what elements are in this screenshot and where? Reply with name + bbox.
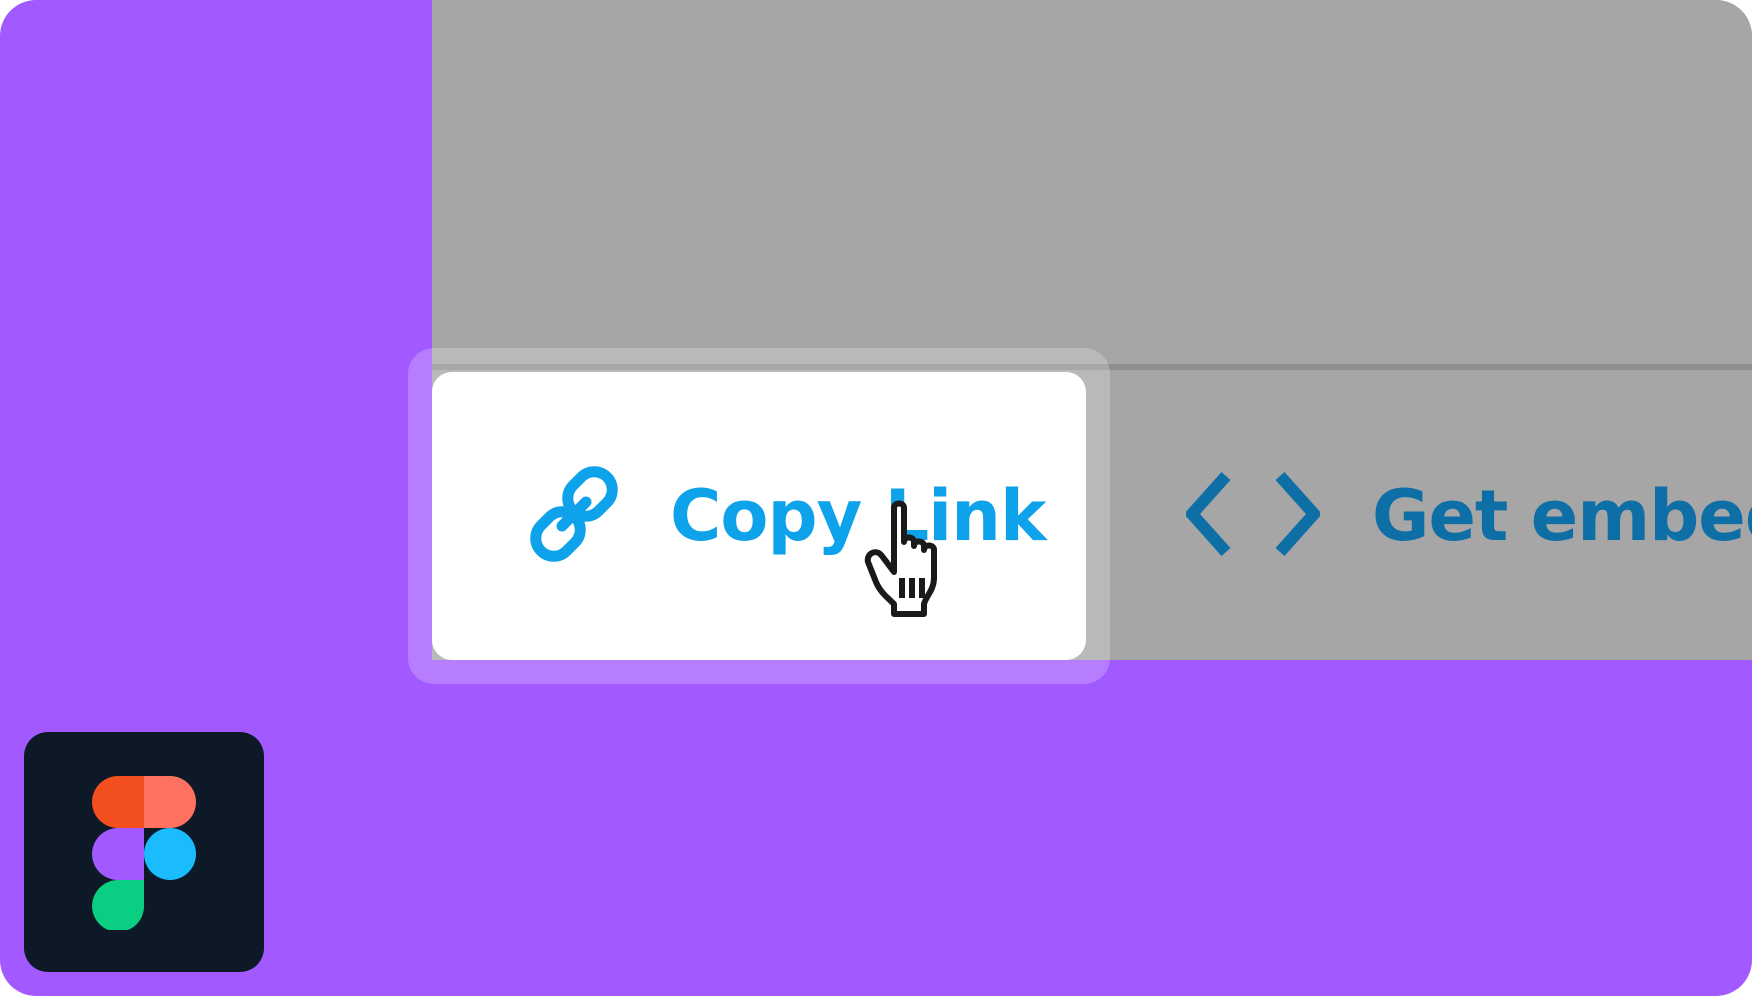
- get-embed-code-label[interactable]: Get embed code: [1372, 476, 1752, 556]
- link-icon: [530, 466, 618, 562]
- code-brackets-icon[interactable]: [1186, 472, 1320, 556]
- canvas-frame: Copy Link Get embed code: [0, 0, 1752, 996]
- figma-logo-icon: [92, 776, 196, 930]
- hand-pointer-cursor-icon: [864, 500, 937, 617]
